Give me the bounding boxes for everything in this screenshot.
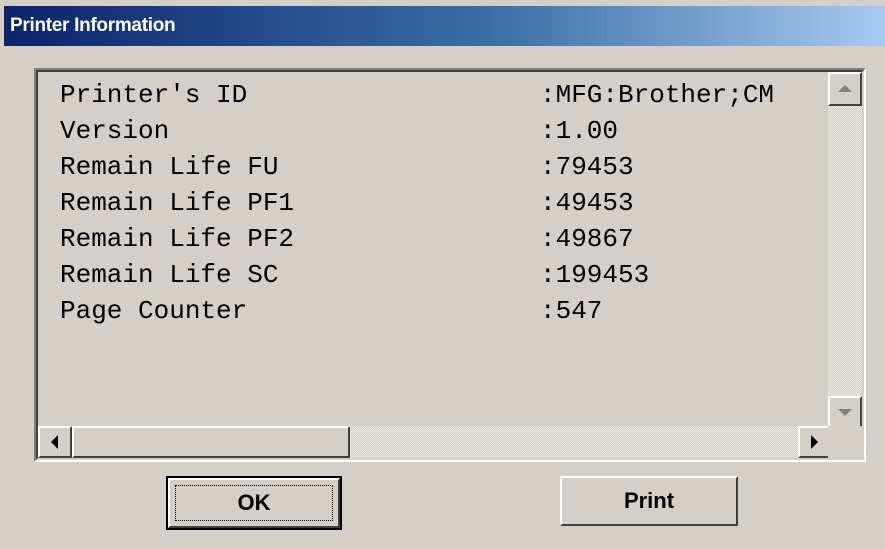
- scrollbar-corner: [828, 426, 862, 458]
- title-bar[interactable]: Printer Information: [4, 6, 885, 46]
- printer-info-listbox[interactable]: Printer's ID :MFG:Brother;CM Version :1.…: [34, 68, 866, 462]
- info-list: Printer's ID :MFG:Brother;CM Version :1.…: [38, 72, 832, 430]
- horizontal-scrollbar[interactable]: [38, 426, 832, 458]
- scroll-up-button[interactable]: [828, 72, 862, 106]
- info-value: :547: [540, 296, 603, 326]
- info-row-printer-id: Printer's ID :MFG:Brother;CM: [38, 78, 832, 112]
- print-button[interactable]: Print: [560, 476, 738, 526]
- info-row-version: Version :1.00: [38, 114, 832, 148]
- info-label: Remain Life PF1: [60, 188, 295, 218]
- info-row-remain-life-pf2: Remain Life PF2 :49867: [38, 222, 832, 256]
- info-label: Page Counter: [60, 296, 248, 326]
- vertical-scrollbar[interactable]: [828, 72, 862, 430]
- info-label: Remain Life SC: [60, 260, 279, 290]
- scroll-left-button[interactable]: [38, 426, 72, 458]
- print-button-label: Print: [623, 488, 675, 513]
- info-value: :79453: [540, 152, 634, 182]
- window-title: Printer Information: [10, 15, 176, 36]
- info-value: :49453: [540, 188, 634, 218]
- info-value: :MFG:Brother;CM: [540, 80, 775, 110]
- info-label: Version: [60, 116, 170, 146]
- info-row-remain-life-sc: Remain Life SC :199453: [38, 258, 832, 292]
- info-value: :49867: [540, 224, 634, 254]
- scroll-down-arrow-icon: [838, 409, 852, 416]
- focus-rectangle: [175, 485, 333, 521]
- horizontal-scroll-thumb[interactable]: [72, 426, 350, 458]
- info-row-remain-life-fu: Remain Life FU :79453: [38, 150, 832, 184]
- scroll-right-button[interactable]: [798, 426, 832, 458]
- scroll-left-arrow-icon: [51, 435, 58, 449]
- info-value: :1.00: [540, 116, 619, 146]
- scroll-up-arrow-icon: [838, 85, 852, 92]
- info-row-page-counter: Page Counter :547: [38, 294, 832, 328]
- info-label: Remain Life PF2: [60, 224, 295, 254]
- info-value: :199453: [540, 260, 650, 290]
- ok-button[interactable]: OK: [166, 476, 342, 530]
- scroll-down-button[interactable]: [828, 396, 862, 430]
- info-label: Printer's ID: [60, 80, 248, 110]
- info-row-remain-life-pf1: Remain Life PF1 :49453: [38, 186, 832, 220]
- printer-information-dialog: Printer Information Printer's ID :MFG:Br…: [0, 0, 885, 549]
- info-label: Remain Life FU: [60, 152, 279, 182]
- scroll-right-arrow-icon: [811, 435, 818, 449]
